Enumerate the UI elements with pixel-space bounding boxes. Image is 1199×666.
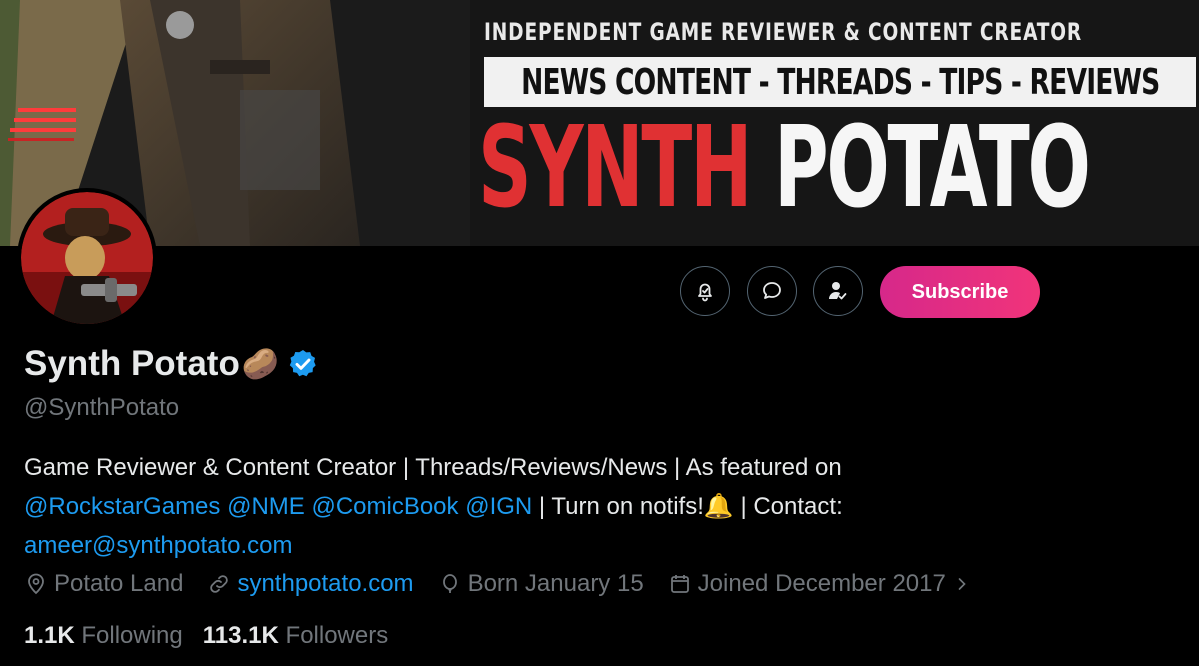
display-name: Synth Potato xyxy=(24,344,240,383)
bell-emoji: 🔔 xyxy=(703,493,734,520)
balloon-icon xyxy=(442,574,457,594)
joined-item[interactable]: Joined December 2017 xyxy=(668,570,978,598)
following-count: 1.1K xyxy=(24,622,75,649)
banner-title-white: POTATO xyxy=(773,103,1091,233)
followers-count: 113.1K xyxy=(202,622,279,649)
calendar-icon xyxy=(670,575,689,593)
mention-ign[interactable]: @IGN xyxy=(465,493,532,520)
followers-stat[interactable]: 113.1K Followers xyxy=(203,622,388,649)
link-icon xyxy=(210,575,229,593)
banner-strip-text: NEWS CONTENT - THREADS - TIPS - REVIEWS xyxy=(520,61,1160,103)
verified-badge-icon[interactable] xyxy=(287,348,319,380)
chat-bubble-icon xyxy=(763,282,781,299)
following-label: Following xyxy=(81,622,183,649)
message-button[interactable] xyxy=(747,266,797,316)
person-check-icon xyxy=(829,282,847,300)
website-item[interactable]: synthpotato.com xyxy=(207,570,414,598)
website-link[interactable]: synthpotato.com xyxy=(237,570,413,598)
follow-stats: 1.1K Following 113.1K Followers xyxy=(24,622,388,650)
following-button[interactable] xyxy=(813,266,863,316)
mention-comicbook[interactable]: @ComicBook xyxy=(311,493,458,520)
followers-label: Followers xyxy=(285,622,389,649)
subscribe-button[interactable]: Subscribe xyxy=(880,266,1040,318)
handle: @SynthPotato xyxy=(24,394,180,421)
contact-email-link[interactable]: ameer@synthpotato.com xyxy=(24,532,293,559)
avatar[interactable] xyxy=(17,188,157,328)
banner-tagline: INDEPENDENT GAME REVIEWER & CONTENT CREA… xyxy=(484,18,1083,46)
location-item: Potato Land xyxy=(24,570,183,598)
bio-notifs-text: | Turn on notifs! xyxy=(532,493,704,520)
notifications-button[interactable] xyxy=(680,266,730,316)
banner-strip: NEWS CONTENT - THREADS - TIPS - REVIEWS xyxy=(484,57,1196,107)
bio-contact-label: | Contact: xyxy=(733,493,843,520)
joined-text: Joined December 2017 xyxy=(697,570,946,597)
avatar-image xyxy=(21,192,153,324)
location-text: Potato Land xyxy=(54,570,184,597)
profile-meta: Potato Land synthpotato.com Born January… xyxy=(24,570,1002,598)
chevron-right-icon[interactable] xyxy=(952,574,972,594)
bio: Game Reviewer & Content Creator | Thread… xyxy=(24,448,1024,565)
profile-banner[interactable]: INDEPENDENT GAME REVIEWER & CONTENT CREA… xyxy=(0,0,1199,246)
bio-line-1: Game Reviewer & Content Creator | Thread… xyxy=(24,454,842,481)
mention-rockstargames[interactable]: @RockstarGames xyxy=(24,493,220,520)
bio-line-2: @RockstarGames @NME @ComicBook @IGN | Tu… xyxy=(24,487,1024,526)
name-row: Synth Potato 🥔 xyxy=(24,344,319,384)
mention-nme[interactable]: @NME xyxy=(227,493,305,520)
bell-plus-icon xyxy=(698,283,712,302)
birthday-text: Born January 15 xyxy=(467,570,644,597)
location-pin-icon xyxy=(28,573,44,595)
following-stat[interactable]: 1.1K Following xyxy=(24,622,183,649)
banner-title: SYNTH POTATO xyxy=(478,112,1091,224)
birthday-item: Born January 15 xyxy=(438,570,644,598)
banner-title-red: SYNTH xyxy=(478,103,752,233)
potato-emoji: 🥔 xyxy=(241,347,280,381)
